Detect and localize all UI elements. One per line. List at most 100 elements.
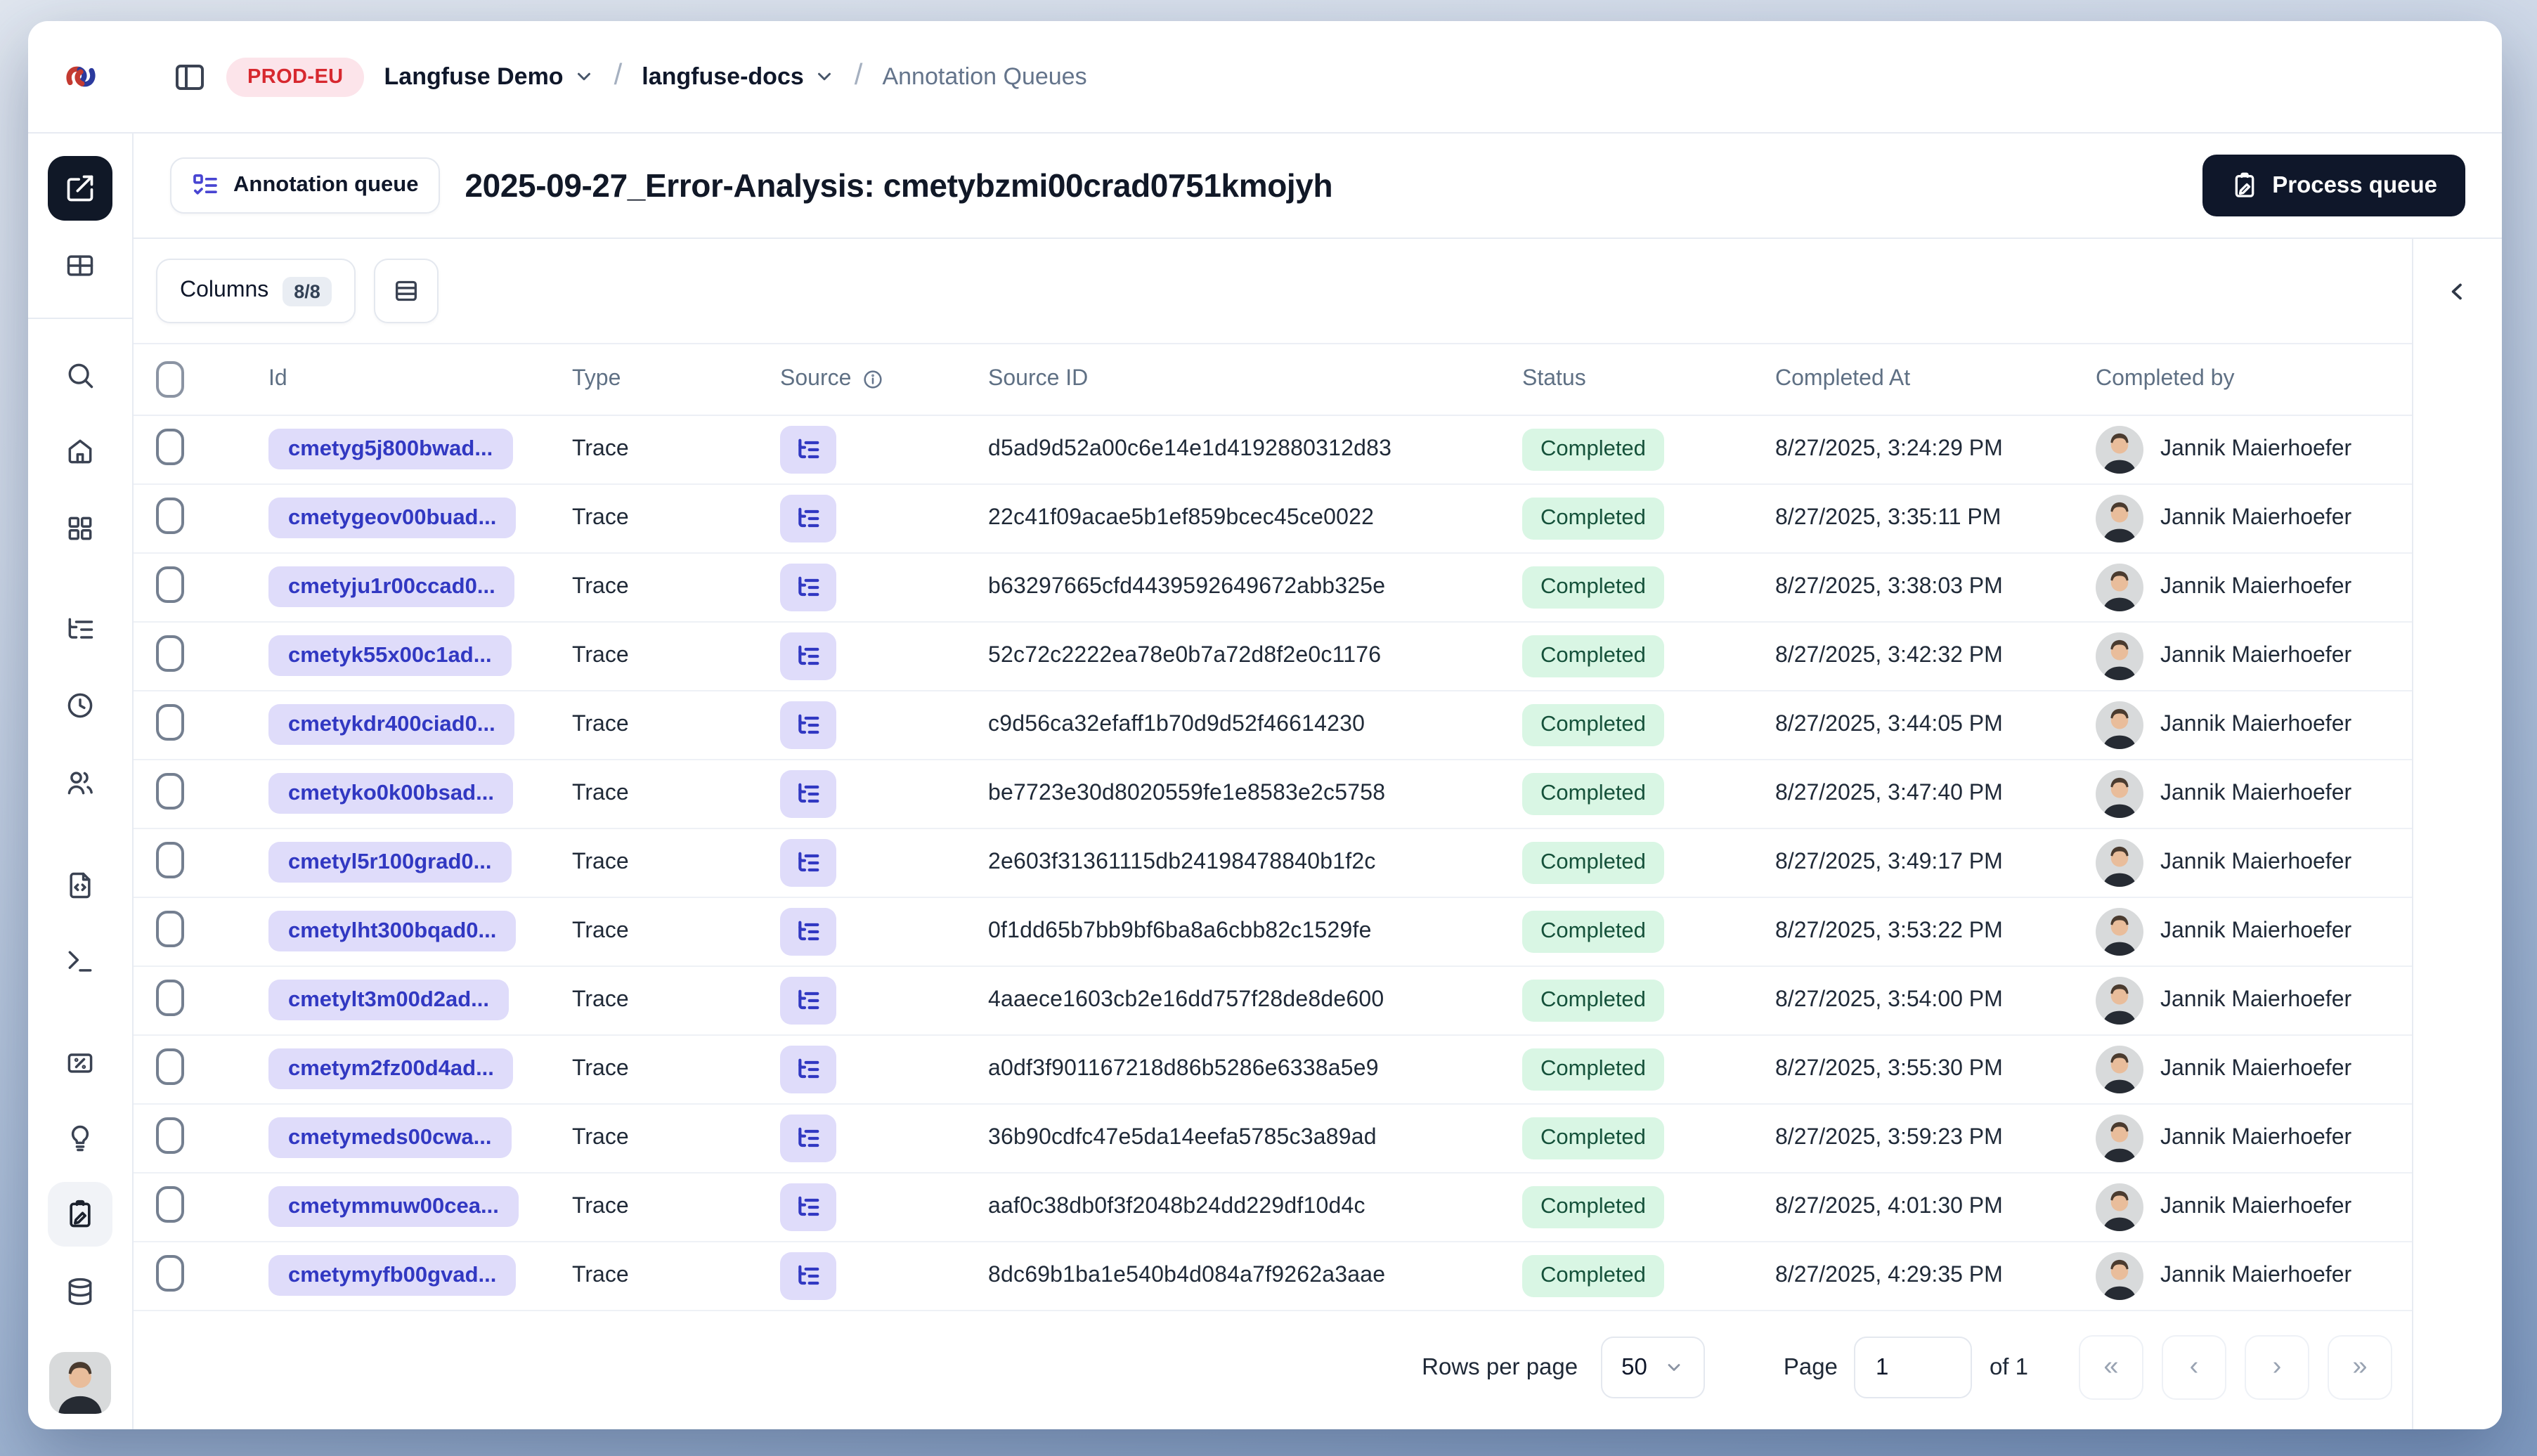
- source-trace-icon[interactable]: [780, 495, 836, 542]
- row-source-id: 2e603f31361115db24198478840b1f2c: [988, 850, 1376, 874]
- row-checkbox[interactable]: [156, 910, 184, 947]
- table-row[interactable]: cmetymmuw00cea... Trace aaf0c38db0f3f204…: [134, 1174, 2412, 1242]
- source-trace-icon[interactable]: [780, 908, 836, 956]
- left-sidebar: [28, 134, 134, 1429]
- previous-page-button[interactable]: ‹: [2162, 1335, 2226, 1400]
- row-id-badge[interactable]: cmetygeov00buad...: [268, 498, 517, 538]
- row-checkbox[interactable]: [156, 566, 184, 602]
- row-user-name: Jannik Maierhoefer: [2160, 1263, 2352, 1287]
- langfuse-logo-icon[interactable]: [62, 58, 100, 96]
- row-checkbox[interactable]: [156, 979, 184, 1015]
- row-user-name: Jannik Maierhoefer: [2160, 437, 2352, 461]
- row-checkbox[interactable]: [156, 1048, 184, 1084]
- queue-type-badge[interactable]: Annotation queue: [170, 157, 440, 214]
- row-user-name: Jannik Maierhoefer: [2160, 575, 2352, 599]
- page-number-input[interactable]: [1854, 1337, 1973, 1398]
- row-id-badge[interactable]: cmetylht300bqad0...: [268, 911, 517, 951]
- source-trace-icon[interactable]: [780, 564, 836, 611]
- sidebar-toggle-button[interactable]: [173, 60, 207, 93]
- sidebar-item-datasets[interactable]: [48, 1259, 112, 1324]
- clipboard-pen-icon: [2230, 171, 2258, 200]
- row-id-badge[interactable]: cmetymmuw00cea...: [268, 1186, 519, 1227]
- sidebar-item-scores[interactable]: [48, 1030, 112, 1095]
- next-page-button[interactable]: ›: [2245, 1335, 2309, 1400]
- rows-per-page-select[interactable]: 50: [1600, 1337, 1705, 1398]
- row-id-badge[interactable]: cmetyl5r100grad0...: [268, 842, 512, 883]
- expand-panel-button[interactable]: [2434, 267, 2481, 315]
- source-trace-icon[interactable]: [780, 632, 836, 680]
- table-row[interactable]: cmetylt3m00d2ad... Trace 4aaece1603cb2e1…: [134, 967, 2412, 1036]
- row-id-badge[interactable]: cmetyg5j800bwad...: [268, 429, 513, 469]
- sidebar-item-sessions[interactable]: [48, 673, 112, 738]
- table-row[interactable]: cmetyg5j800bwad... Trace d5ad9d52a00c6e1…: [134, 416, 2412, 485]
- info-icon[interactable]: [861, 368, 883, 391]
- source-trace-icon[interactable]: [780, 1252, 836, 1300]
- users-icon: [65, 767, 96, 798]
- row-checkbox[interactable]: [156, 1117, 184, 1153]
- process-queue-button[interactable]: Process queue: [2202, 155, 2465, 216]
- last-page-button[interactable]: »: [2328, 1335, 2392, 1400]
- org-switcher[interactable]: Langfuse Demo: [384, 63, 595, 91]
- source-trace-icon[interactable]: [780, 701, 836, 749]
- sidebar-item-evaluators[interactable]: [48, 1106, 112, 1171]
- table-row[interactable]: cmetymyfb00gvad... Trace 8dc69b1ba1e540b…: [134, 1242, 2412, 1311]
- row-id-badge[interactable]: cmetymeds00cwa...: [268, 1117, 512, 1158]
- row-id-badge[interactable]: cmetylt3m00d2ad...: [268, 980, 510, 1020]
- table-row[interactable]: cmetyl5r100grad0... Trace 2e603f31361115…: [134, 829, 2412, 898]
- source-trace-icon[interactable]: [780, 1114, 836, 1162]
- row-completed-by: Jannik Maierhoefer: [2096, 564, 2412, 611]
- table-row[interactable]: cmetyko0k00bsad... Trace be7723e30d80205…: [134, 760, 2412, 829]
- process-queue-label: Process queue: [2272, 172, 2437, 197]
- row-id-badge[interactable]: cmetyko0k00bsad...: [268, 773, 514, 814]
- row-completed-at: 8/27/2025, 3:35:11 PM: [1775, 506, 2001, 530]
- source-trace-icon[interactable]: [780, 1046, 836, 1093]
- avatar: [2096, 495, 2143, 542]
- sidebar-item-prompts[interactable]: [48, 853, 112, 918]
- row-id-badge[interactable]: cmetyk55x00c1ad...: [268, 635, 512, 676]
- row-checkbox[interactable]: [156, 772, 184, 809]
- sidebar-item-users[interactable]: [48, 750, 112, 815]
- sidebar-item-open-external[interactable]: [48, 156, 112, 221]
- row-id-badge[interactable]: cmetymyfb00gvad...: [268, 1255, 517, 1296]
- row-checkbox[interactable]: [156, 428, 184, 464]
- source-trace-icon[interactable]: [780, 1183, 836, 1231]
- row-id-badge[interactable]: cmetyju1r00ccad0...: [268, 566, 515, 607]
- row-checkbox[interactable]: [156, 497, 184, 533]
- table-row[interactable]: cmetykdr400ciad0... Trace c9d56ca32efaff…: [134, 691, 2412, 760]
- table-row[interactable]: cmetylht300bqad0... Trace 0f1dd65b7bb9bf…: [134, 898, 2412, 967]
- sidebar-item-search[interactable]: [48, 343, 112, 408]
- select-all-checkbox[interactable]: [156, 361, 184, 398]
- row-id-badge[interactable]: cmetym2fz00d4ad...: [268, 1048, 514, 1089]
- row-checkbox[interactable]: [156, 841, 184, 878]
- project-switcher[interactable]: langfuse-docs: [642, 63, 835, 91]
- sidebar-item-annotation-queues[interactable]: [48, 1182, 112, 1247]
- right-panel-collapsed: [2412, 239, 2502, 1429]
- table-row[interactable]: cmetym2fz00d4ad... Trace a0df3f901167218…: [134, 1036, 2412, 1105]
- sidebar-item-table-view[interactable]: [48, 233, 112, 298]
- column-header-type: Type: [572, 367, 621, 391]
- source-trace-icon[interactable]: [780, 426, 836, 474]
- row-checkbox[interactable]: [156, 635, 184, 671]
- sidebar-item-tracing[interactable]: [48, 597, 112, 662]
- table-row[interactable]: cmetyju1r00ccad0... Trace b63297665cfd44…: [134, 554, 2412, 623]
- page-header: Annotation queue 2025-09-27_Error-Analys…: [134, 134, 2502, 239]
- row-id-badge[interactable]: cmetykdr400ciad0...: [268, 704, 515, 745]
- source-trace-icon[interactable]: [780, 977, 836, 1025]
- sidebar-item-dashboards[interactable]: [48, 496, 112, 561]
- source-trace-icon[interactable]: [780, 839, 836, 887]
- row-height-button[interactable]: [373, 259, 439, 323]
- table-row[interactable]: cmetygeov00buad... Trace 22c41f09acae5b1…: [134, 485, 2412, 554]
- row-checkbox[interactable]: [156, 1185, 184, 1222]
- row-checkbox[interactable]: [156, 1254, 184, 1291]
- first-page-button[interactable]: «: [2079, 1335, 2143, 1400]
- table-row[interactable]: cmetymeds00cwa... Trace 36b90cdfc47e5da1…: [134, 1105, 2412, 1174]
- source-trace-icon[interactable]: [780, 770, 836, 818]
- status-badge: Completed: [1522, 704, 1664, 746]
- row-checkbox[interactable]: [156, 703, 184, 740]
- table-row[interactable]: cmetyk55x00c1ad... Trace 52c72c2222ea78e…: [134, 623, 2412, 691]
- columns-button[interactable]: Columns 8/8: [156, 259, 356, 323]
- row-completed-at: 8/27/2025, 3:53:22 PM: [1775, 919, 2003, 943]
- sidebar-item-playground[interactable]: [48, 929, 112, 994]
- sidebar-item-home[interactable]: [48, 419, 112, 483]
- user-avatar[interactable]: [49, 1352, 111, 1414]
